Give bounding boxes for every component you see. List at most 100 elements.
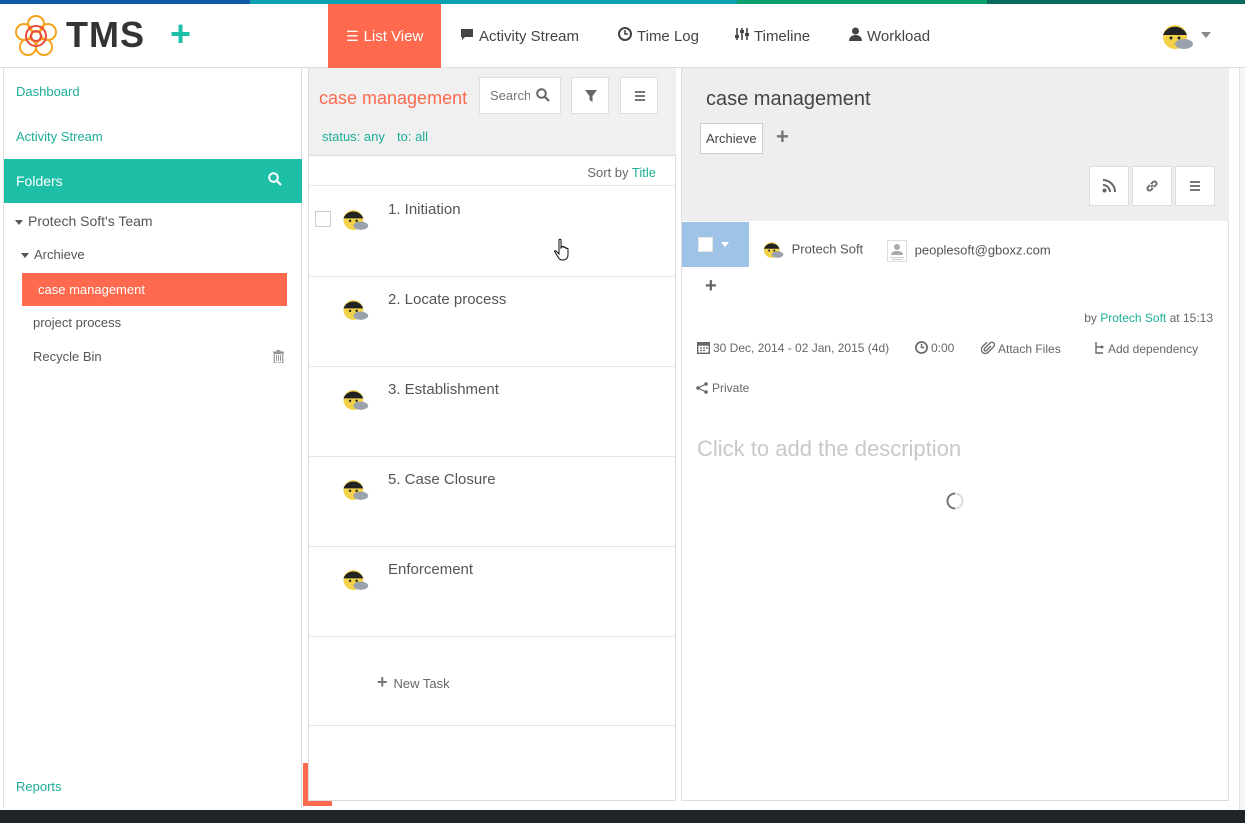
sort-row: Sort by Title	[309, 156, 676, 186]
tab-activity-stream[interactable]: Activity Stream	[442, 4, 597, 68]
add-assignee-button[interactable]: +	[705, 275, 717, 298]
avatar	[343, 480, 369, 500]
list-menu-button[interactable]	[620, 77, 658, 114]
tree-item-team[interactable]: Protech Soft's Team	[15, 213, 153, 229]
window-scrollbar[interactable]	[1239, 68, 1245, 810]
tree-item-project-process[interactable]: project process	[33, 315, 121, 330]
rss-icon	[1102, 179, 1116, 193]
dependency-icon	[1095, 342, 1104, 354]
bottom-bar	[0, 810, 1245, 823]
time-spent-text: 0:00	[931, 341, 955, 355]
tab-timeline[interactable]: Timeline	[717, 4, 828, 68]
tab-label: Workload	[867, 28, 931, 45]
status-checkbox	[698, 237, 713, 252]
clock-icon	[915, 341, 928, 354]
sort-label: Sort by Title	[587, 165, 656, 180]
created-by-line: by Protech Soft at 15:13	[1084, 311, 1213, 325]
assignee-email: peoplesoft@gboxz.com	[914, 242, 1051, 258]
time-spent[interactable]: 0:00	[915, 341, 954, 355]
task-list-header: case management status: any to: all	[309, 68, 676, 156]
search-input[interactable]	[490, 88, 530, 103]
global-add-button[interactable]: +	[170, 14, 191, 54]
task-title: 5. Case Closure	[388, 471, 496, 488]
search-icon[interactable]	[536, 88, 550, 105]
new-task-button[interactable]: + New Task	[377, 672, 450, 693]
tab-workload[interactable]: Workload	[831, 4, 948, 68]
task-row[interactable]: Enforcement	[309, 547, 676, 637]
filter-status-link[interactable]: status: any	[322, 129, 385, 144]
avatar	[343, 210, 369, 230]
link-button[interactable]	[1132, 166, 1172, 206]
filter-icon	[585, 90, 597, 102]
calendar-icon	[696, 342, 711, 355]
trash-icon[interactable]	[273, 350, 284, 366]
task-title: 1. Initiation	[388, 201, 461, 218]
menu-icon	[635, 91, 645, 101]
app-name: TMS	[66, 14, 145, 55]
tab-time-log[interactable]: Time Log	[600, 4, 717, 68]
folders-header: Folders	[4, 159, 302, 203]
share-icon	[696, 382, 708, 394]
tree-item-label: Protech Soft's Team	[28, 213, 153, 229]
task-title: Enforcement	[388, 561, 474, 578]
tree-item-label: Archieve	[34, 247, 85, 262]
task-list-panel: case management status: any to: all Sort…	[308, 68, 676, 801]
sidebar-item-dashboard[interactable]: Dashboard	[16, 84, 80, 99]
tab-label: List View	[363, 28, 424, 45]
sidebar-item-activity-stream[interactable]: Activity Stream	[16, 129, 103, 144]
rss-button[interactable]	[1089, 166, 1129, 206]
add-tag-button[interactable]: +	[776, 124, 789, 150]
description-field[interactable]: Click to add the description	[697, 436, 961, 462]
folder-title: case management	[319, 88, 468, 108]
task-title: 2. Locate process	[388, 291, 507, 308]
add-dependency[interactable]: Add dependency	[1093, 341, 1198, 356]
tree-item-recycle-bin[interactable]: Recycle Bin	[33, 349, 102, 364]
user-icon	[849, 4, 862, 68]
filter-button[interactable]	[571, 77, 609, 114]
tree-item-archieve[interactable]: Archieve	[21, 247, 85, 262]
folders-label: Folders	[16, 173, 63, 189]
avatar	[763, 242, 784, 258]
sidebar-item-reports[interactable]: Reports	[16, 779, 62, 794]
attach-files-text: Attach Files	[998, 342, 1061, 356]
detail-title[interactable]: case management	[706, 88, 871, 111]
tree-item-case-management[interactable]: case management	[22, 273, 287, 306]
filter-to-link[interactable]: to: all	[397, 129, 428, 144]
user-avatar[interactable]	[1160, 22, 1194, 52]
search-icon[interactable]	[268, 159, 282, 203]
task-row[interactable]: 3. Establishment	[309, 367, 676, 457]
tab-label: Activity Stream	[479, 28, 580, 45]
attach-files[interactable]: Attach Files	[980, 341, 1061, 356]
chevron-down-icon[interactable]	[1201, 32, 1211, 38]
plus-icon: +	[377, 672, 388, 692]
caret-down-icon	[21, 253, 29, 259]
folder-tag[interactable]: Archieve	[700, 123, 763, 154]
sliders-icon	[735, 4, 749, 68]
assignee-item[interactable]: peoplesoft@gboxz.com	[887, 240, 1051, 262]
date-range-text: 30 Dec, 2014 - 02 Jan, 2015 (4d)	[713, 341, 890, 355]
loading-spinner-icon	[946, 492, 964, 510]
link-icon	[1146, 180, 1158, 192]
task-row[interactable]: 5. Case Closure	[309, 457, 676, 547]
add-dependency-text: Add dependency	[1108, 342, 1199, 356]
date-range[interactable]: 30 Dec, 2014 - 02 Jan, 2015 (4d)	[696, 341, 890, 355]
task-detail-panel: case management Archieve + Protech Soft …	[681, 68, 1229, 801]
task-checkbox[interactable]	[315, 211, 331, 227]
sidebar: Dashboard Activity Stream Folders Protec…	[3, 68, 302, 808]
detail-header: case management Archieve +	[682, 68, 1229, 221]
detail-menu-button[interactable]	[1175, 166, 1215, 206]
paperclip-icon	[980, 341, 996, 355]
sort-field-link[interactable]: Title	[632, 165, 656, 180]
privacy-text: Private	[712, 381, 750, 395]
task-row[interactable]: 1. Initiation	[309, 187, 676, 277]
avatar	[343, 570, 369, 590]
privacy-toggle[interactable]: Private	[696, 381, 749, 395]
status-dropdown[interactable]	[682, 222, 749, 267]
assignee-item[interactable]: Protech Soft	[762, 240, 863, 260]
author-link[interactable]: Protech Soft	[1100, 311, 1166, 325]
tab-label: Time Log	[637, 28, 699, 45]
tab-list-view[interactable]: ☰ List View	[328, 4, 441, 68]
task-row[interactable]: 2. Locate process	[309, 277, 676, 367]
assignee-name: Protech Soft	[791, 241, 864, 257]
new-task-row: + New Task	[309, 636, 676, 726]
